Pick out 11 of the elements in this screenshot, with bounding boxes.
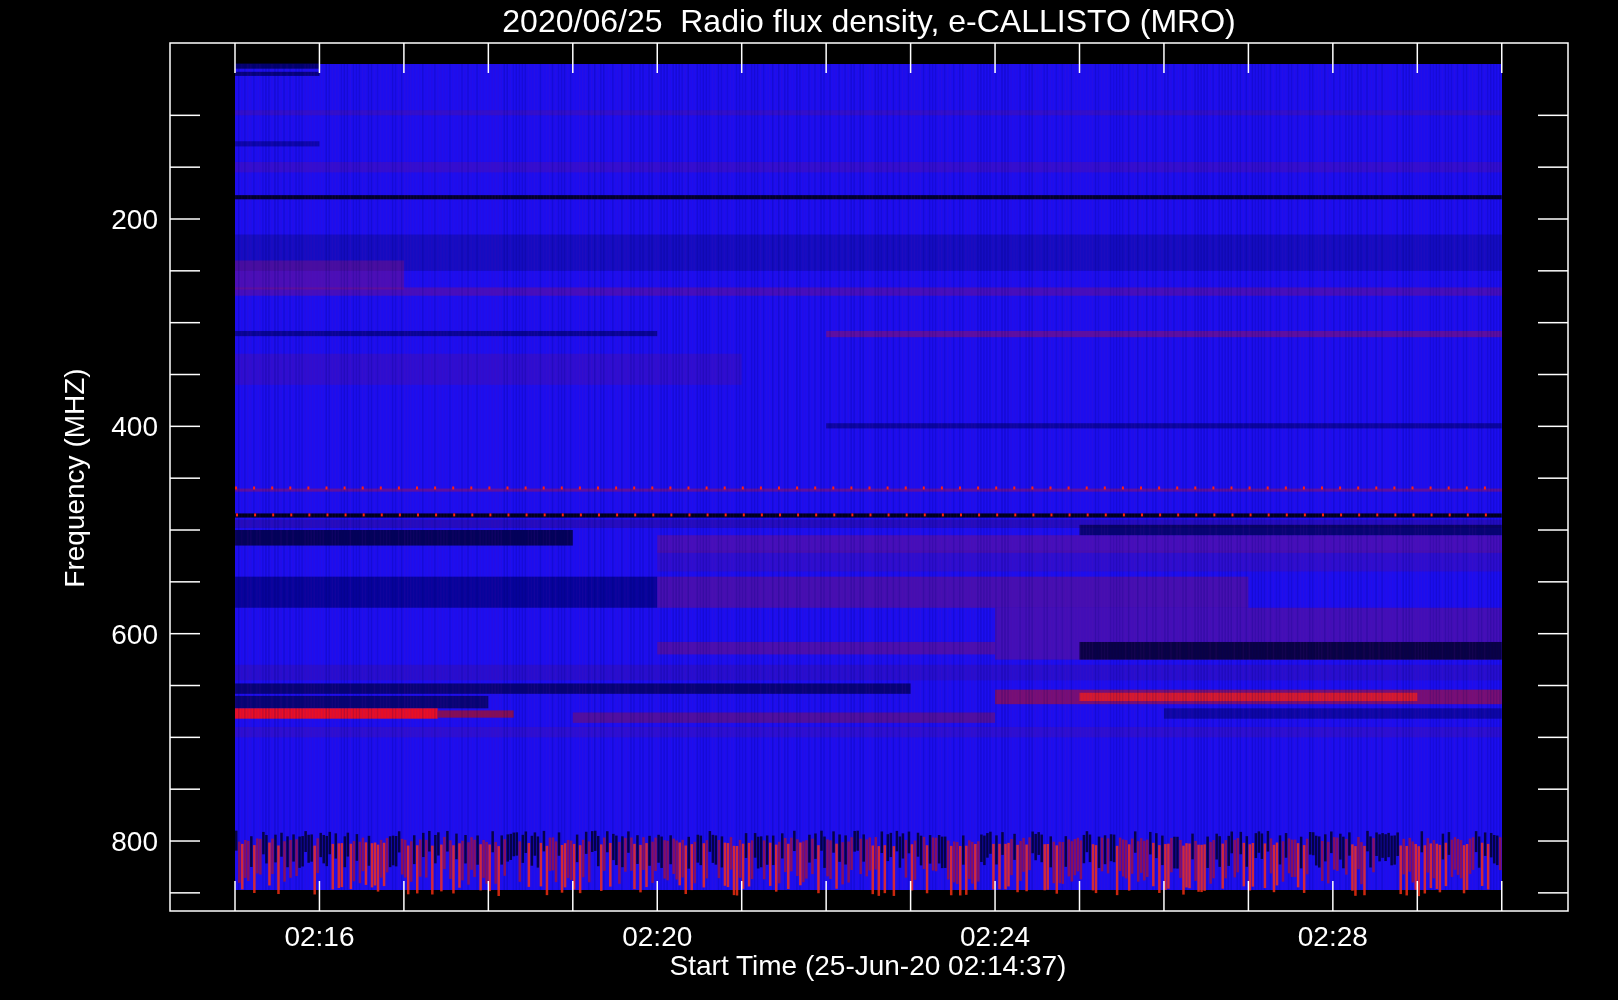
y-tick-label: 200 <box>111 204 158 235</box>
y-tick-label: 600 <box>111 618 158 650</box>
x-tick-label: 02:28 <box>1297 921 1368 952</box>
x-tick-label: 02:24 <box>960 921 1031 952</box>
y-tick-label: 400 <box>111 411 158 443</box>
x-axis-label: Start Time (25-Jun-20 02:14:37) <box>669 950 1067 981</box>
x-tick-label: 02:16 <box>284 921 355 952</box>
chart-title: 2020/06/25 Radio flux density, e-CALLISTO (MRO) <box>502 3 1236 39</box>
y-tick-label: 800 <box>111 826 158 857</box>
y-axis-label: Frequency (MHZ) <box>59 368 90 588</box>
x-tick-label: 02:20 <box>622 921 693 952</box>
